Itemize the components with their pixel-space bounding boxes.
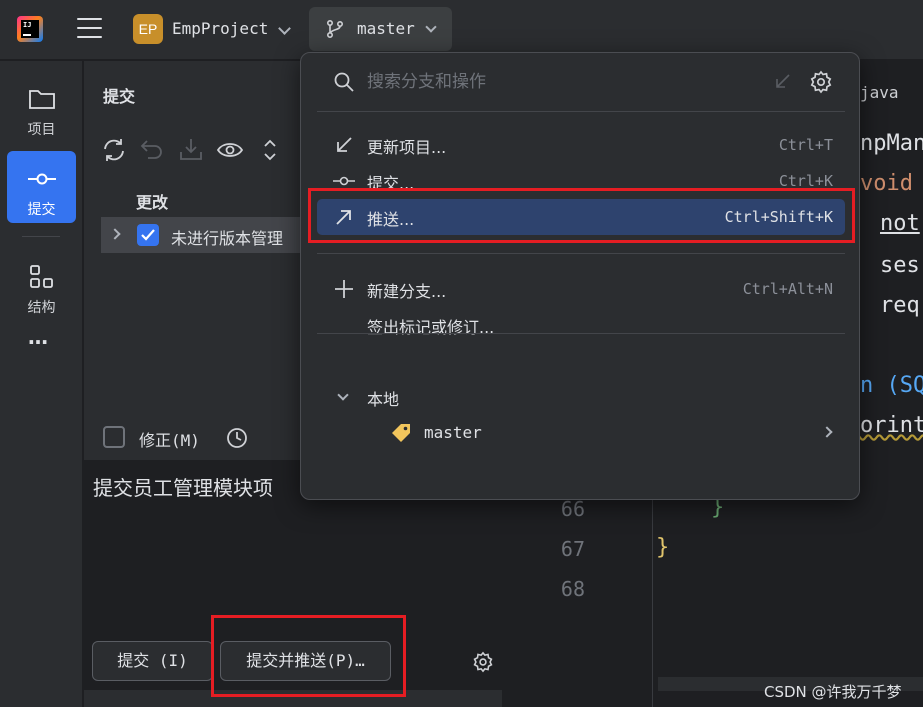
menu-item-checkout-tag[interactable]: 签出标记或修订... [317, 307, 845, 343]
clock-icon[interactable] [226, 427, 248, 449]
code-text: ses [880, 253, 920, 278]
local-branches-section[interactable]: 本地 [367, 386, 399, 410]
menu-item-label: 签出标记或修订... [367, 318, 495, 337]
watermark: CSDN @许我万千梦 [764, 683, 902, 701]
menu-item-label: 更新项目... [367, 138, 447, 157]
collapse-arrow-icon[interactable] [771, 71, 793, 93]
project-name[interactable]: EmpProject [172, 19, 268, 38]
project-badge[interactable]: EP [133, 14, 163, 44]
gear-icon[interactable] [809, 70, 833, 94]
search-icon [334, 72, 354, 92]
editor-tab[interactable]: java [860, 83, 899, 102]
include-checkbox[interactable] [137, 224, 159, 246]
arrow-down-left-icon [337, 137, 352, 152]
chevron-down-icon[interactable] [337, 389, 349, 401]
menu-item-shortcut: Ctrl+T [778, 136, 833, 154]
panel-title: 提交 [103, 87, 136, 106]
menu-item-new-branch[interactable]: 新建分支... Ctrl+Alt+N [317, 271, 845, 307]
folder-icon [29, 90, 55, 109]
highlight-box [308, 188, 855, 243]
menu-item-update-project[interactable]: 更新项目... Ctrl+T [317, 127, 845, 163]
expand-collapse-icon[interactable] [256, 136, 284, 164]
tool-project[interactable]: 项目 [7, 71, 76, 143]
check-icon [141, 229, 155, 241]
popup-divider [317, 333, 845, 334]
tool-project-label: 项目 [27, 122, 56, 138]
rollback-icon[interactable] [138, 136, 166, 164]
branch-widget-button[interactable]: master [309, 7, 452, 51]
tool-commit-label: 提交 [27, 202, 56, 218]
line-number: 68 [560, 577, 585, 601]
commit-button[interactable]: 提交 (I) [92, 641, 213, 681]
chevron-right-icon[interactable] [821, 426, 833, 438]
shelve-download-icon[interactable] [177, 136, 205, 164]
chevron-right-icon[interactable] [109, 228, 121, 240]
code-text: not [880, 211, 920, 236]
branch-row-master[interactable]: master [317, 415, 845, 451]
code-brace: } [656, 535, 670, 560]
chevron-down-icon [425, 21, 437, 33]
menu-item-label: 新建分支... [367, 282, 447, 301]
amend-label[interactable]: 修正(M) [139, 427, 200, 451]
code-text: n (SQ [860, 373, 923, 398]
search-input[interactable] [367, 69, 747, 95]
git-branch-icon [326, 19, 344, 39]
tool-separator [22, 236, 60, 237]
changes-header: 更改 [136, 193, 169, 212]
commit-icon [28, 173, 56, 185]
commit-message-text: 提交员工管理模块项 [93, 476, 273, 500]
current-branch-name: master [357, 19, 415, 38]
tool-window-strip: 项目 提交 结构 … [0, 61, 83, 707]
chevron-down-icon[interactable] [278, 22, 291, 35]
amend-checkbox[interactable] [103, 426, 125, 448]
code-text: void [860, 171, 913, 196]
intellij-logo-icon[interactable]: IJ [17, 16, 43, 42]
plus-icon [335, 280, 353, 298]
refresh-icon[interactable] [100, 136, 128, 164]
gear-icon[interactable] [472, 651, 494, 673]
code-text: npMan [860, 131, 923, 156]
branch-name: master [424, 423, 482, 442]
main-menu-icon[interactable] [77, 18, 102, 40]
more-tools-icon[interactable]: … [28, 325, 49, 349]
eye-icon[interactable] [216, 136, 244, 164]
line-number: 66 [560, 497, 585, 521]
popup-divider [317, 111, 845, 112]
code-text: orint [860, 413, 923, 438]
title-bar: IJ EP EmpProject master [0, 0, 923, 60]
line-number: 67 [560, 537, 585, 561]
branch-popup: 更新项目... Ctrl+T 提交... Ctrl+K 推送... Ctrl+S… [300, 52, 860, 500]
menu-item-shortcut: Ctrl+Alt+N [742, 280, 833, 298]
tool-structure-label: 结构 [27, 300, 56, 316]
highlight-box [211, 615, 406, 697]
tool-structure[interactable]: 结构 [7, 249, 76, 321]
popup-divider [317, 253, 845, 254]
tool-commit[interactable]: 提交 [7, 151, 76, 223]
tag-icon [392, 424, 410, 442]
code-text: req [880, 293, 920, 318]
changelist-label: 未进行版本管理 [171, 229, 284, 248]
structure-icon [30, 265, 53, 288]
